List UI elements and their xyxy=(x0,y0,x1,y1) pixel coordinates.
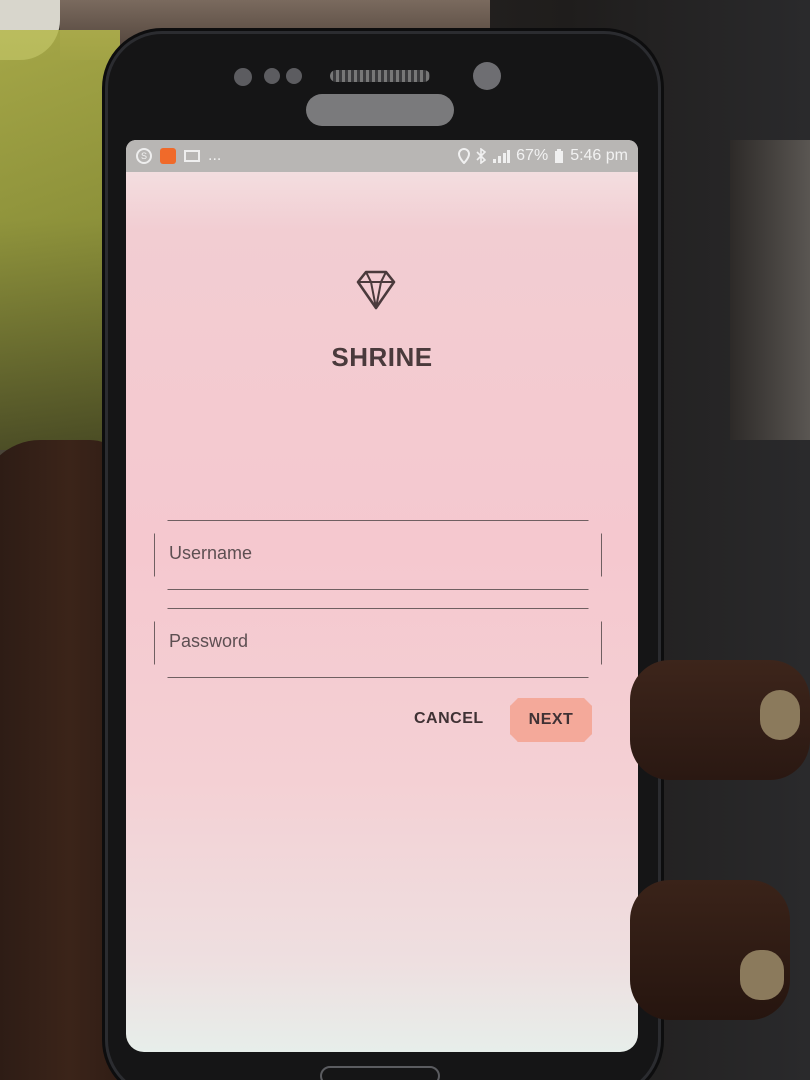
background-object xyxy=(0,30,120,450)
cancel-button[interactable]: CANCEL xyxy=(414,710,484,728)
diamond-icon xyxy=(356,270,396,310)
earpiece xyxy=(306,94,454,126)
overflow-indicator: ... xyxy=(208,147,222,164)
username-field[interactable]: Username xyxy=(154,520,602,590)
status-bar: S ... 67% 5:46 pm xyxy=(126,140,638,172)
phone-device: S ... 67% 5:46 pm SHRINE Username Passwo… xyxy=(108,34,658,1080)
notification-area: S ... xyxy=(136,147,221,165)
app-title: SHRINE xyxy=(331,342,433,372)
sensor xyxy=(286,68,302,84)
sensor xyxy=(234,68,252,86)
phone-screen: S ... 67% 5:46 pm SHRINE Username Passwo… xyxy=(126,140,638,1052)
app-icon xyxy=(160,148,176,164)
sensor xyxy=(264,68,280,84)
fingernail xyxy=(760,690,800,740)
signal-icon xyxy=(493,150,511,163)
bluetooth-icon xyxy=(476,148,487,164)
battery-icon xyxy=(555,149,564,163)
username-placeholder: Username xyxy=(169,543,253,563)
next-button[interactable]: NEXT xyxy=(510,698,592,742)
battery-percent: 67% xyxy=(516,147,549,164)
home-button xyxy=(320,1066,440,1080)
system-icons: 67% 5:46 pm xyxy=(458,147,628,165)
location-icon xyxy=(458,148,471,164)
speaker-grill xyxy=(330,70,430,82)
password-field[interactable]: Password xyxy=(154,608,602,678)
s-icon: S xyxy=(136,148,152,164)
login-screen: SHRINE Username Password CANCEL NEXT xyxy=(126,172,638,1052)
mail-icon xyxy=(184,150,200,162)
background-fabric xyxy=(730,140,810,440)
photo-scene: S ... 67% 5:46 pm SHRINE Username Passwo… xyxy=(0,0,810,1080)
password-placeholder: Password xyxy=(169,631,249,651)
front-camera xyxy=(473,62,501,90)
fingernail xyxy=(740,950,784,1000)
clock: 5:46 pm xyxy=(570,147,628,164)
